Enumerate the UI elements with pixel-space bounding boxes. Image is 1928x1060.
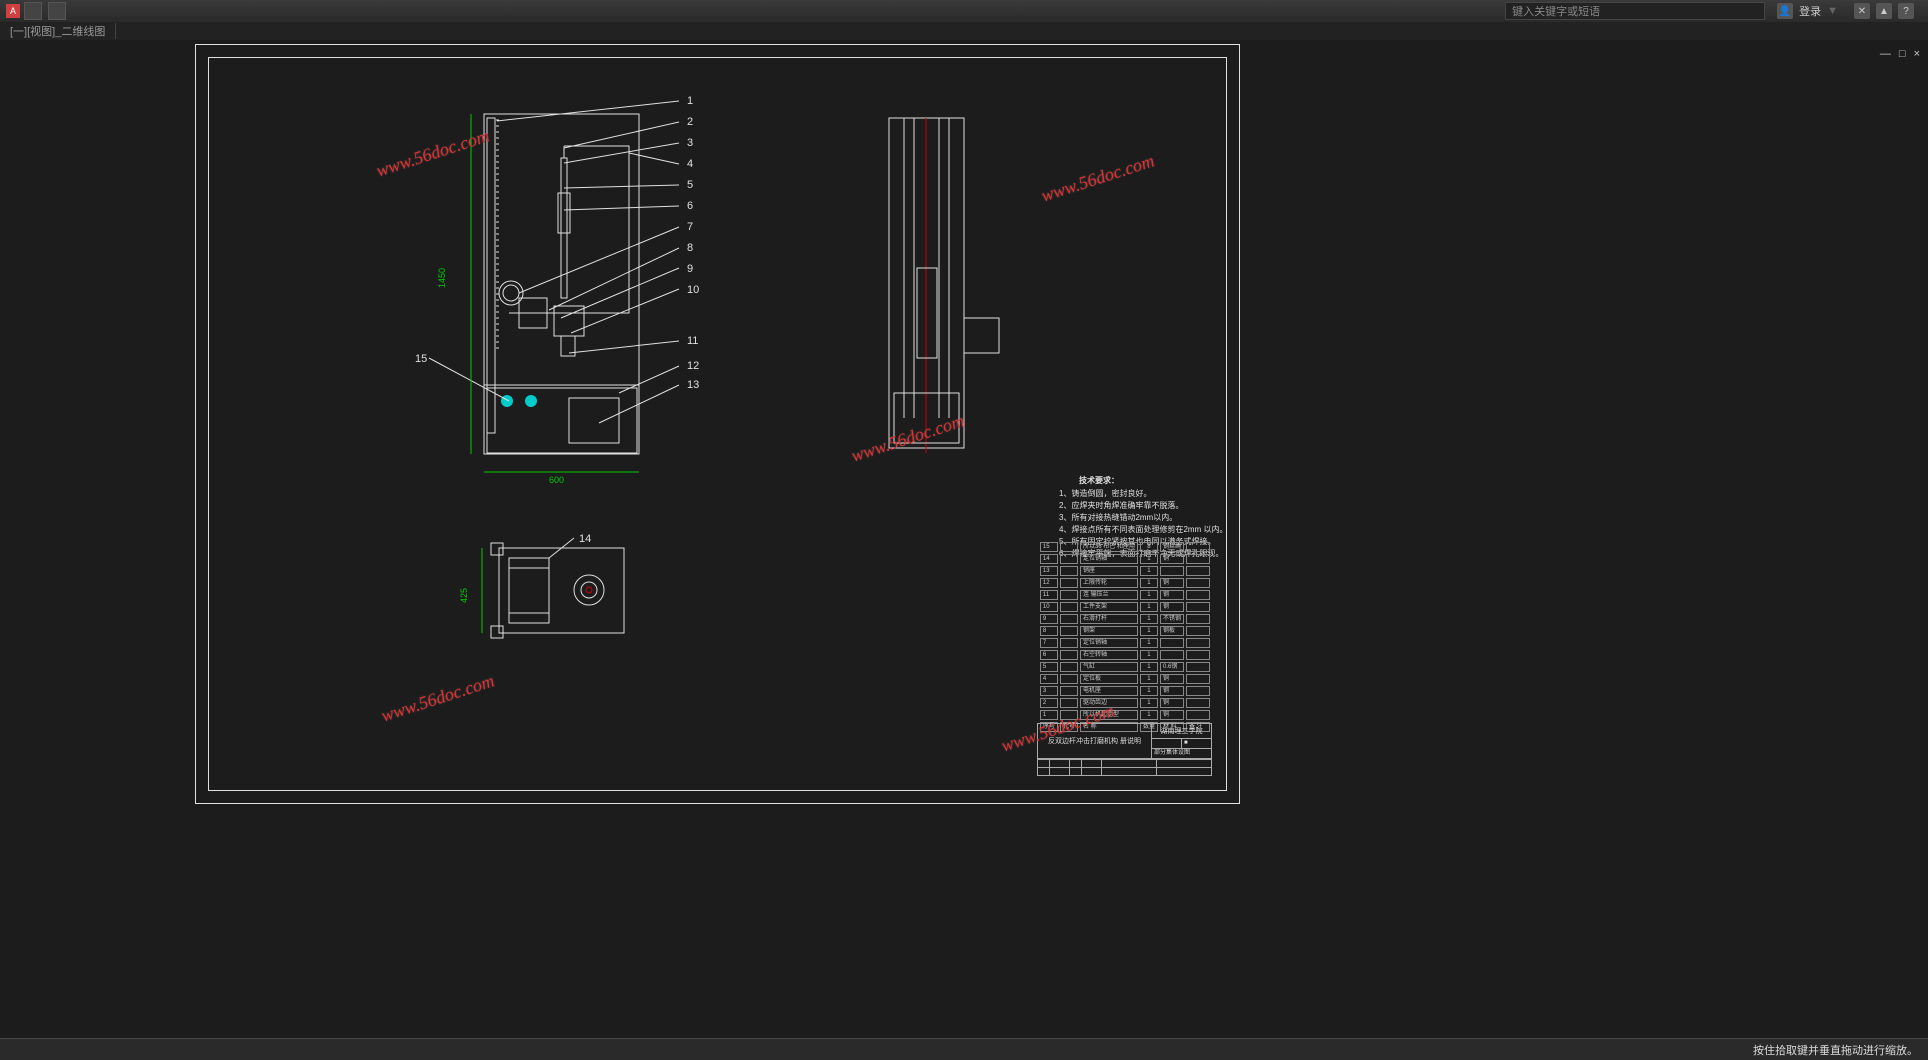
- login-button[interactable]: 登录: [1799, 3, 1821, 19]
- svg-text:4: 4: [687, 158, 693, 170]
- close-button[interactable]: ×: [1914, 48, 1920, 60]
- toolbar-btn-1[interactable]: [24, 2, 42, 20]
- svg-text:12: 12: [687, 360, 699, 372]
- status-bar: 按住拾取键并垂直拖动进行缩放。: [0, 1038, 1928, 1060]
- drawing-frame: 1 2 3 4 5 6 7 8 9 10 11 12 13 15 1450 60…: [195, 44, 1240, 804]
- file-tabs: [一][视图]_二维线图: [0, 22, 1928, 40]
- search-input[interactable]: 键入关键字或短语: [1505, 2, 1765, 20]
- titlebar: A 键入关键字或短语 👤 登录 ▼ ✕ ▲ ?: [0, 0, 1928, 22]
- svg-text:15: 15: [415, 353, 427, 365]
- title-block: 反双边杆冲击打磨机构 册说明 湖南理工学院 ■ 部分集体设图: [1037, 723, 1212, 776]
- viewport-window-controls: — □ ×: [1880, 48, 1920, 60]
- user-icon[interactable]: 👤: [1777, 3, 1793, 19]
- maximize-button[interactable]: □: [1899, 48, 1906, 60]
- svg-text:14: 14: [579, 533, 591, 545]
- svg-text:10: 10: [687, 284, 699, 296]
- svg-text:9: 9: [687, 263, 693, 275]
- svg-text:425: 425: [459, 588, 469, 603]
- svg-text:11: 11: [687, 335, 698, 347]
- svg-text:7: 7: [687, 221, 693, 233]
- svg-text:8: 8: [687, 242, 693, 254]
- svg-text:3: 3: [687, 137, 693, 149]
- app-icon: A: [6, 4, 20, 18]
- svg-text:13: 13: [687, 379, 699, 391]
- minimize-button[interactable]: —: [1880, 48, 1891, 60]
- status-hint: 按住拾取键并垂直拖动进行缩放。: [1753, 1042, 1918, 1058]
- canvas-area[interactable]: [一][视图]_二维线图 — □ ×: [0, 22, 1928, 1038]
- help-icon[interactable]: ?: [1898, 3, 1914, 19]
- svg-text:600: 600: [549, 475, 564, 485]
- toolbar-btn-2[interactable]: [48, 2, 66, 20]
- parts-table: 15所以36 布巴 和座用8钢丝绳14定位销轴1铜13销座112上限传轮1铜11…: [1038, 540, 1212, 734]
- file-tab-1[interactable]: [一][视图]_二维线图: [0, 23, 116, 39]
- svg-text:2: 2: [687, 116, 693, 128]
- svg-text:1: 1: [687, 95, 693, 107]
- svg-text:4、焊接点所有不同表面处理修剪在2mm 以内。: 4、焊接点所有不同表面处理修剪在2mm 以内。: [1059, 524, 1227, 534]
- svg-text:6: 6: [687, 200, 693, 212]
- svg-text:1450: 1450: [437, 268, 447, 288]
- drawing-frame-inner: 1 2 3 4 5 6 7 8 9 10 11 12 13 15 1450 60…: [208, 57, 1227, 791]
- svg-text:2、应焊夹时角焊准确牢靠不脱落。: 2、应焊夹时角焊准确牢靠不脱落。: [1059, 500, 1183, 510]
- svg-text:3、所有对接热缝错动2mm以内。: 3、所有对接热缝错动2mm以内。: [1059, 512, 1177, 522]
- svg-text:1、铸造倒圆，密封良好。: 1、铸造倒圆，密封良好。: [1059, 488, 1151, 498]
- svg-text:5: 5: [687, 179, 693, 191]
- exchange-icon[interactable]: ✕: [1854, 3, 1870, 19]
- share-icon[interactable]: ▲: [1876, 3, 1892, 19]
- svg-text:技术要求：: 技术要求：: [1079, 475, 1119, 485]
